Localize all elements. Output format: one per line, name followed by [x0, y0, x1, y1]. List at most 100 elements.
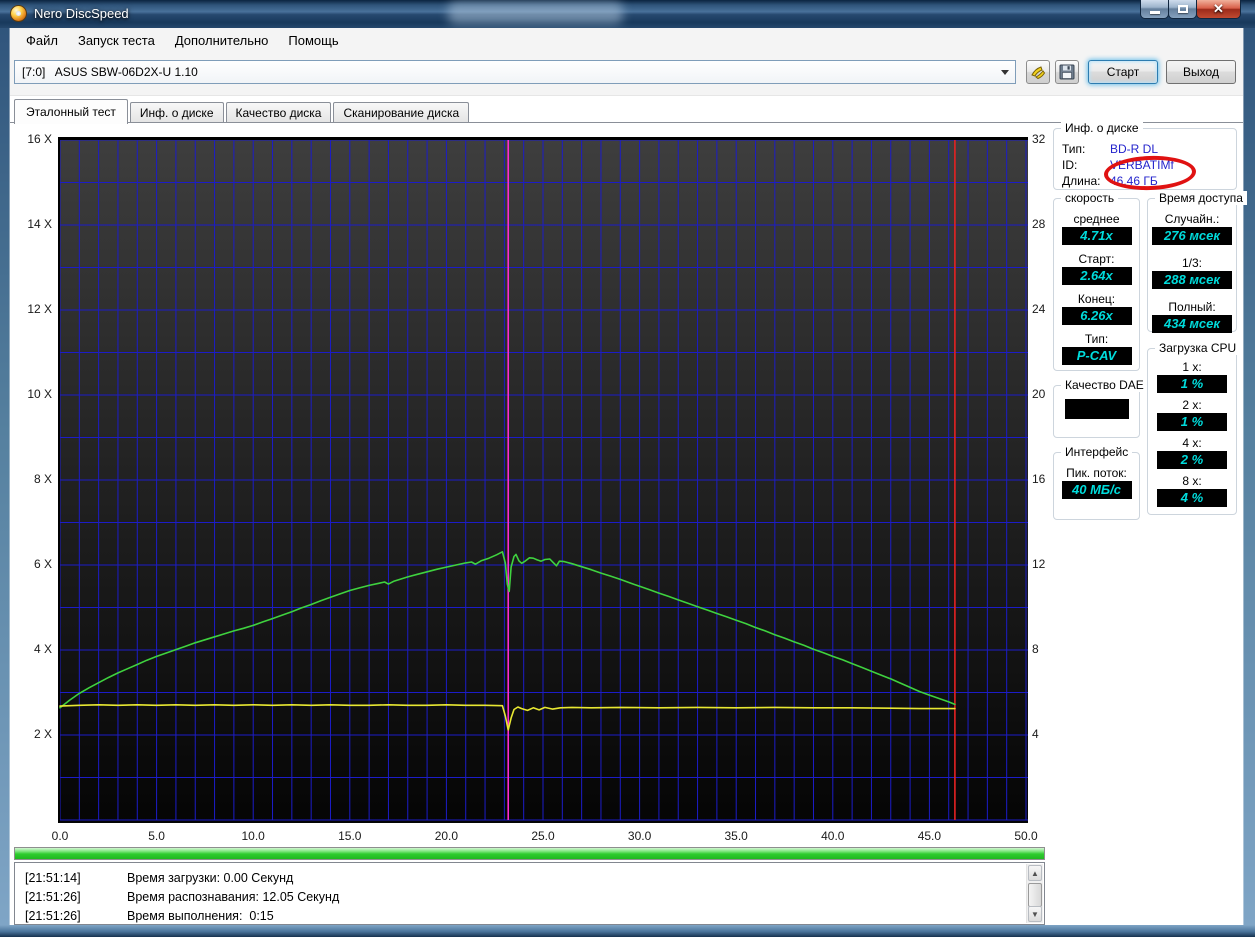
speed-panel-title: скорость: [1061, 191, 1119, 205]
interface-panel: Интерфейс Пик. поток: 40 МБ/с: [1053, 445, 1140, 520]
start-button[interactable]: Старт: [1088, 60, 1158, 84]
scroll-up-icon[interactable]: ▲: [1028, 865, 1042, 881]
speed-label: Старт:: [1078, 252, 1115, 266]
menu-item-run-test[interactable]: Запуск теста: [68, 30, 165, 51]
x-axis-label: 15.0: [338, 829, 362, 843]
speed-label: Конец:: [1077, 292, 1116, 306]
speed-value: 2.64x: [1061, 267, 1132, 285]
minimize-button[interactable]: [1140, 0, 1169, 19]
tab-disc-scan[interactable]: Сканирование диска: [333, 102, 470, 123]
interface-value: 40 МБ/с: [1061, 481, 1132, 499]
save-button[interactable]: [1055, 60, 1079, 84]
interface-label: Пик. поток:: [1066, 466, 1127, 480]
eject-disc-icon: [1031, 66, 1046, 80]
maximize-button[interactable]: [1168, 0, 1197, 19]
log-entry-time: [21:51:14]: [25, 871, 81, 885]
speed-value: 4.71x: [1061, 227, 1132, 245]
tab-benchmark[interactable]: Эталонный тест: [14, 99, 128, 124]
lcd-item: 2 x: 1 %: [1157, 398, 1227, 431]
log-entry: [21:51:14] Время загрузки: 0.00 Секунд: [25, 869, 1044, 888]
caption-buttons: ✕: [1140, 0, 1241, 19]
y-axis-right-label: 12: [1032, 557, 1046, 571]
exit-button-label: Выход: [1183, 65, 1219, 79]
menu-item-extra[interactable]: Дополнительно: [165, 30, 279, 51]
x-axis-label: 45.0: [917, 829, 942, 843]
y-axis-left-label: 2 X: [33, 727, 52, 741]
speed-label: среднее: [1073, 212, 1120, 226]
menu-item-help[interactable]: Помощь: [278, 30, 348, 51]
dae-quality-value: [1064, 399, 1129, 419]
disc-info-row: ID: VERBATIMf: [1062, 157, 1236, 173]
disc-info-row: Длина: 46.46 ГБ: [1062, 173, 1236, 189]
log-panel[interactable]: [21:51:14] Время загрузки: 0.00 Секунд [21…: [14, 862, 1045, 925]
lcd-item: Полный: 434 мсек: [1152, 300, 1232, 333]
maximize-icon: [1177, 5, 1188, 13]
log-entry: [21:51:26] Время выполнения: 0:15: [25, 907, 1044, 924]
exit-button[interactable]: Выход: [1166, 60, 1236, 84]
title-bar[interactable]: Nero DiscSpeed ✕: [0, 0, 1255, 28]
tab-strip: Эталонный тест Инф. о диске Качество диска…: [14, 97, 471, 124]
lcd-item: Конец: 6.26x: [1061, 292, 1132, 325]
cpu-usage-value: 1 %: [1157, 413, 1227, 431]
app-icon: [10, 5, 27, 22]
lcd-item: 8 x: 4 %: [1157, 474, 1227, 507]
cpu-usage-label: 1 x:: [1182, 360, 1202, 374]
dae-quality-title: Качество DAE: [1061, 378, 1148, 392]
x-axis-label: 25.0: [531, 829, 555, 843]
disc-info-title: Инф. о диске: [1061, 121, 1143, 135]
x-axis-label: 20.0: [434, 829, 459, 843]
menu-bar: Файл Запуск теста Дополнительно Помощь: [10, 28, 1243, 53]
y-axis-left-label: 8 X: [33, 472, 52, 486]
x-axis-label: 30.0: [627, 829, 652, 843]
y-axis-left-label: 6 X: [33, 557, 52, 571]
dae-quality-panel: Качество DAE: [1053, 378, 1148, 438]
drive-combobox[interactable]: [7:0] ASUS SBW-06D2X-U 1.10: [14, 60, 1016, 84]
lcd-item: Пик. поток: 40 МБ/с: [1061, 466, 1132, 499]
lcd-item: 4 x: 2 %: [1157, 436, 1227, 469]
log-entry: [21:51:26] Время распознавания: 12.05 Сек…: [25, 888, 1044, 907]
speed-value: P-CAV: [1061, 347, 1132, 365]
drive-combobox-value: [7:0] ASUS SBW-06D2X-U 1.10: [22, 65, 198, 79]
access-time-value: 288 мсек: [1152, 271, 1232, 289]
log-entry-text: Время выполнения: 0:15: [127, 909, 274, 923]
lcd-item: 1/3: 288 мсек: [1152, 256, 1232, 289]
x-axis-label: 35.0: [724, 829, 748, 843]
x-axis-label: 50.0: [1014, 829, 1038, 843]
lcd-item: 1 x: 1 %: [1157, 360, 1227, 393]
floppy-disk-icon: [1059, 64, 1075, 80]
tab-disc-quality[interactable]: Качество диска: [225, 102, 332, 123]
eject-button[interactable]: [1026, 60, 1050, 84]
x-axis-label: 5.0: [148, 829, 165, 843]
menu-item-file[interactable]: Файл: [16, 30, 68, 51]
window-border-bottom: [0, 925, 1255, 937]
access-time-label: Случайн.:: [1164, 212, 1220, 226]
x-axis-label: 0.0: [51, 829, 69, 843]
access-time-title: Время доступа: [1155, 191, 1247, 205]
y-axis-left-label: 4 X: [33, 642, 52, 656]
cpu-usage-value: 4 %: [1157, 489, 1227, 507]
speed-label: Тип:: [1084, 332, 1109, 346]
disc-info-row: Тип: BD-R DL: [1062, 141, 1236, 157]
cpu-usage-label: 8 x:: [1182, 474, 1202, 488]
log-scrollbar[interactable]: ▲ ▼: [1026, 864, 1043, 923]
y-axis-left-label: 12 X: [27, 302, 52, 316]
progress-bar: [14, 847, 1045, 860]
scroll-down-icon[interactable]: ▼: [1028, 906, 1042, 922]
disc-info-label: Тип:: [1062, 142, 1086, 156]
close-button[interactable]: ✕: [1196, 0, 1241, 19]
access-time-value: 276 мсек: [1152, 227, 1232, 245]
access-time-label: 1/3:: [1181, 256, 1202, 270]
disc-info-panel: Инф. о диске Тип: BD-R DL ID: VERBATIMf Длин…: [1053, 121, 1237, 190]
cpu-usage-value: 1 %: [1157, 375, 1227, 393]
scrollbar-thumb[interactable]: [1028, 883, 1042, 907]
log-entry-time: [21:51:26]: [25, 909, 81, 923]
lcd-item: Случайн.: 276 мсек: [1152, 212, 1232, 245]
y-axis-left-label: 10 X: [27, 387, 52, 401]
lcd-item: Тип: P-CAV: [1061, 332, 1132, 365]
lcd-item: среднее 4.71x: [1061, 212, 1132, 245]
app-window: Nero DiscSpeed ✕ Файл Запуск теста Дополни…: [0, 0, 1255, 937]
interface-panel-title: Интерфейс: [1061, 445, 1133, 459]
tab-disc-info[interactable]: Инф. о диске: [129, 102, 224, 123]
y-axis-right-label: 4: [1032, 727, 1039, 741]
blurred-text-overlay: [448, 2, 623, 24]
